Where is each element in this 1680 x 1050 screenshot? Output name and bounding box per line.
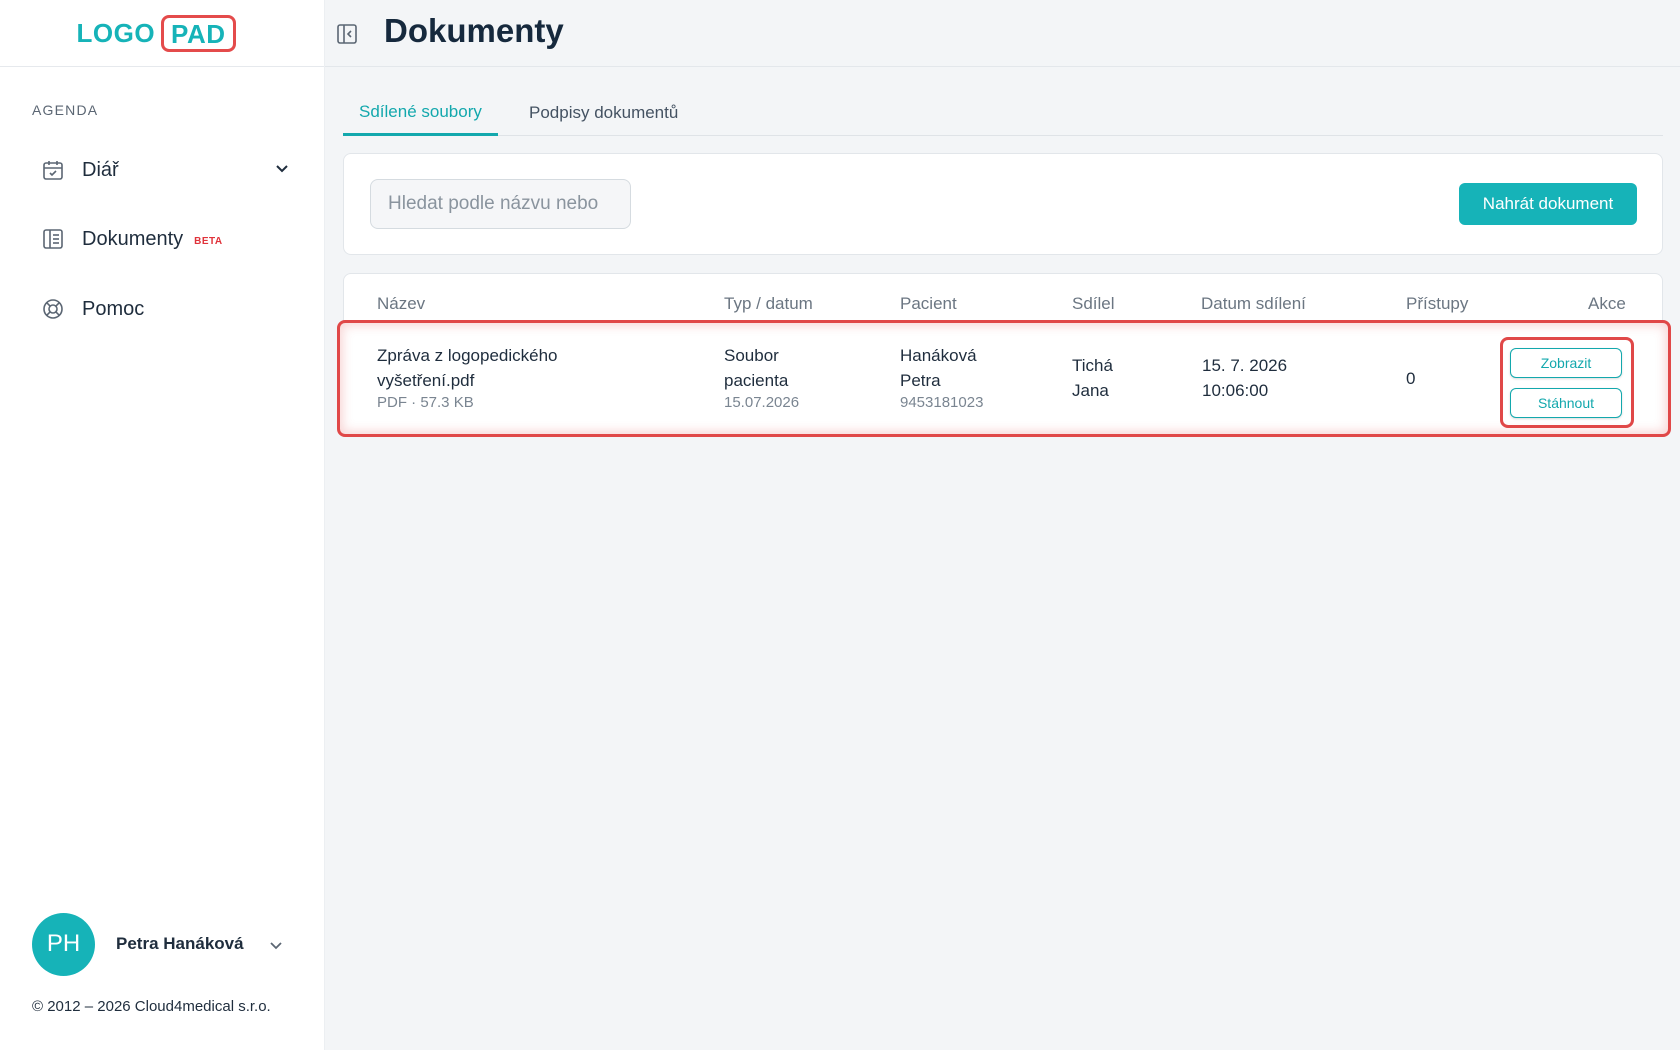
type-line2: pacienta [724, 371, 789, 390]
patient-firstname: Petra [900, 371, 941, 390]
sidebar-item-label: Pomoc [82, 297, 145, 320]
upload-document-button[interactable]: Nahrát dokument [1459, 183, 1637, 225]
column-header-actions: Akce [1588, 294, 1626, 313]
lifebuoy-icon [40, 296, 66, 322]
avatar: PH [32, 912, 95, 976]
file-name-line1: Zpráva z logopedického [377, 346, 558, 365]
chevron-down-icon[interactable] [274, 160, 290, 181]
sidebar-collapse-icon[interactable] [335, 22, 359, 46]
row-actions: Zobrazit Stáhnout [1500, 337, 1634, 428]
chevron-down-icon[interactable] [268, 937, 284, 958]
search-input[interactable] [370, 179, 631, 229]
tabs: Sdílené soubory Podpisy dokumentů [343, 90, 1663, 136]
tab-document-signatures[interactable]: Podpisy dokumentů [513, 90, 694, 136]
file-name-cell[interactable]: Zpráva z logopedického vyšetření.pdf PDF… [377, 343, 558, 413]
shared-by-cell: Tichá Jana [1072, 353, 1113, 403]
sidebar-item-diar[interactable]: Diář [40, 150, 290, 190]
column-header-type-date[interactable]: Typ / datum [724, 294, 813, 314]
file-meta: PDF · 57.3 KB [377, 394, 474, 411]
calendar-check-icon [40, 157, 66, 183]
shared-date-cell: 15. 7. 2026 10:06:00 [1202, 353, 1287, 403]
section-label-agenda: AGENDA [32, 102, 99, 118]
type-line1: Soubor [724, 346, 779, 365]
tab-shared-files[interactable]: Sdílené soubory [343, 90, 498, 136]
copyright-text: © 2012 – 2026 Cloud4medical s.r.o. [32, 998, 271, 1015]
sidebar-item-pomoc[interactable]: Pomoc [40, 289, 290, 329]
column-header-name[interactable]: Název [377, 294, 425, 314]
sidebar-item-label: Dokumenty [82, 227, 184, 250]
logo[interactable]: LOGO PAD [76, 14, 236, 52]
shared-time: 10:06:00 [1202, 381, 1269, 400]
file-name-line2: vyšetření.pdf [377, 371, 475, 390]
page-title: Dokumenty [384, 12, 564, 49]
column-header-access[interactable]: Přístupy [1406, 294, 1468, 314]
view-button[interactable]: Zobrazit [1510, 348, 1622, 378]
header: Dokumenty [325, 0, 1680, 67]
shared-date: 15. 7. 2026 [1202, 356, 1288, 375]
shared-by-surname: Tichá [1072, 356, 1113, 375]
user-name: Petra Hanáková [116, 934, 244, 953]
type-date-cell: Soubor pacienta 15.07.2026 [724, 343, 799, 413]
user-menu[interactable]: PH Petra Hanáková [32, 912, 292, 976]
beta-badge: BETA [194, 235, 223, 247]
column-header-shared-date[interactable]: Datum sdílení [1201, 294, 1306, 314]
patient-id: 9453181023 [900, 394, 984, 411]
download-button[interactable]: Stáhnout [1510, 388, 1622, 418]
sidebar-item-label: Diář [82, 158, 119, 181]
document-list-icon [40, 226, 66, 252]
toolbar: Nahrát dokument [343, 153, 1663, 255]
type-date: 15.07.2026 [724, 394, 800, 411]
patient-cell: Hanáková Petra 9453181023 [900, 343, 983, 413]
column-header-shared-by[interactable]: Sdílel [1072, 294, 1115, 314]
logo-text-pad: PAD [161, 14, 236, 52]
sidebar-item-dokumenty[interactable]: Dokumenty BETA [40, 219, 290, 259]
logo-text-logo: LOGO [76, 17, 156, 48]
column-header-patient[interactable]: Pacient [900, 294, 957, 314]
logo-bar: LOGO PAD [0, 0, 324, 67]
sidebar: LOGO PAD AGENDA Diář Dokumenty BETA Pomo… [0, 0, 325, 1050]
shared-by-firstname: Jana [1072, 381, 1109, 400]
documents-table: Název Typ / datum Pacient Sdílel Datum s… [337, 273, 1671, 437]
patient-surname: Hanáková [900, 346, 977, 365]
table-row[interactable]: Zpráva z logopedického vyšetření.pdf PDF… [337, 320, 1671, 437]
access-count: 0 [1406, 369, 1416, 388]
